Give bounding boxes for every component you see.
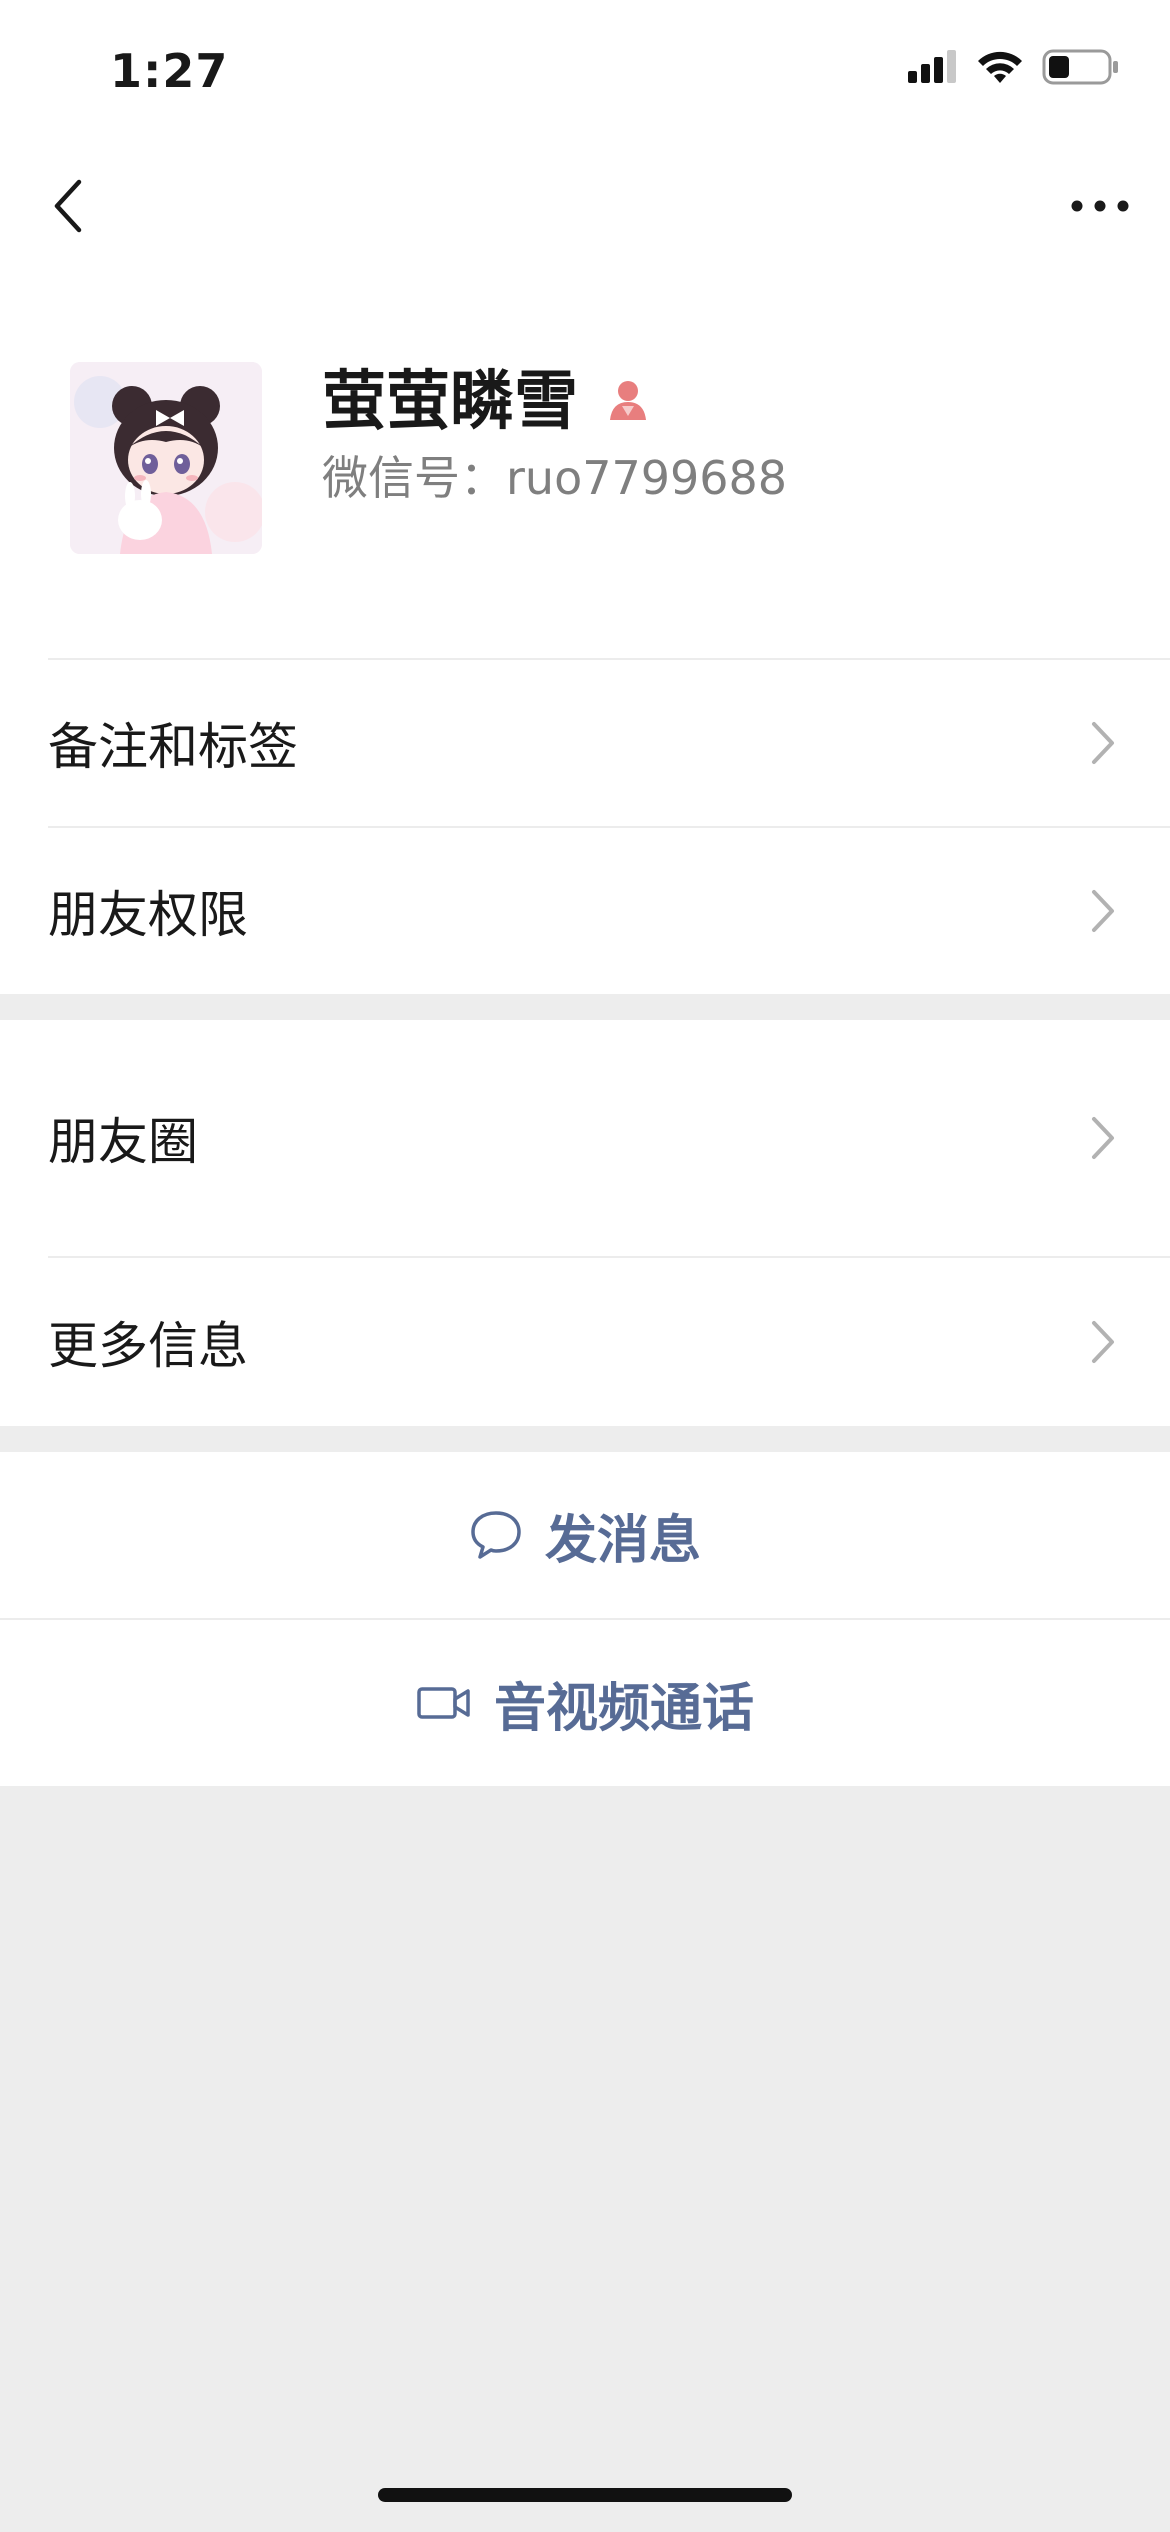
menu-item-moments[interactable]: 朋友圈 xyxy=(0,1020,1170,1256)
home-indicator[interactable] xyxy=(378,2488,792,2502)
menu-item-label: 备注和标签 xyxy=(48,718,298,776)
chevron-right-icon xyxy=(1092,1321,1114,1363)
back-button[interactable] xyxy=(38,176,98,236)
more-dots-icon xyxy=(1071,200,1129,212)
menu-item-label: 朋友圈 xyxy=(48,1113,198,1171)
video-camera-icon xyxy=(417,1687,470,1719)
menu-section-1: 备注和标签 朋友权限 xyxy=(0,660,1170,994)
wifi-icon xyxy=(976,49,1024,89)
chevron-right-icon xyxy=(1092,890,1114,932)
navigation-bar xyxy=(0,140,1170,270)
status-time: 1:27 xyxy=(110,44,229,98)
chevron-right-icon xyxy=(1092,722,1114,764)
send-message-button[interactable]: 发消息 xyxy=(0,1452,1170,1618)
more-options-button[interactable] xyxy=(1060,176,1140,236)
profile-name: 萤萤瞵雪 xyxy=(322,365,578,439)
battery-icon xyxy=(1042,48,1120,90)
menu-section-2: 朋友圈 更多信息 xyxy=(0,1020,1170,1426)
menu-item-friend-permissions[interactable]: 朋友权限 xyxy=(0,828,1170,994)
profile-header: 萤萤瞵雪 微信号：ruo7799688 xyxy=(0,270,1170,660)
avatar[interactable] xyxy=(70,362,262,554)
menu-item-label: 更多信息 xyxy=(48,1317,248,1375)
send-message-label: 发消息 xyxy=(544,1510,701,1571)
status-icons xyxy=(908,48,1120,90)
menu-item-more-info[interactable]: 更多信息 xyxy=(0,1258,1170,1426)
action-section: 发消息 音视频通话 xyxy=(0,1452,1170,1786)
menu-item-label: 朋友权限 xyxy=(48,886,248,944)
female-icon xyxy=(604,376,652,424)
chevron-left-icon xyxy=(54,179,82,233)
status-bar: 1:27 xyxy=(0,0,1170,140)
menu-item-remarks-tags[interactable]: 备注和标签 xyxy=(0,660,1170,826)
chevron-right-icon xyxy=(1092,1117,1114,1159)
video-call-label: 音视频通话 xyxy=(493,1678,754,1739)
name-row: 萤萤瞵雪 xyxy=(322,350,652,442)
video-call-button[interactable]: 音视频通话 xyxy=(0,1620,1170,1786)
signal-icon xyxy=(908,49,958,89)
chat-bubble-icon xyxy=(471,1511,521,1559)
wechat-id: 微信号：ruo7799688 xyxy=(322,451,788,505)
